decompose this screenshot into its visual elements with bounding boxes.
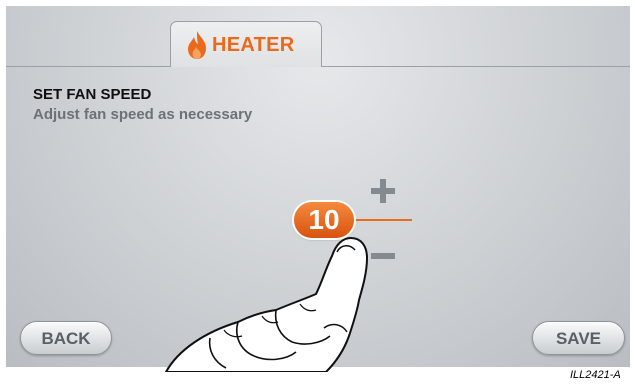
plus-icon[interactable]: [369, 177, 397, 205]
fan-speed-slider-line[interactable]: [344, 219, 412, 221]
page-title: SET FAN SPEED: [33, 86, 152, 103]
back-button[interactable]: BACK: [20, 321, 112, 355]
pointing-hand-illustration: [165, 237, 368, 372]
page-subtitle: Adjust fan speed as necessary: [33, 106, 253, 123]
flame-icon: [188, 31, 206, 59]
save-button[interactable]: SAVE: [532, 321, 625, 355]
tab-heater-label: HEATER: [212, 34, 295, 56]
illustration-id-label: ILL2421-A: [570, 369, 621, 381]
